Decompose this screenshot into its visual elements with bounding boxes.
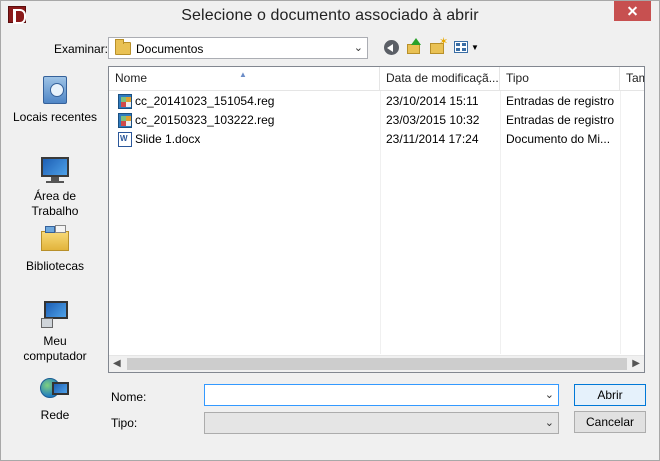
- libraries-icon: [39, 223, 71, 255]
- file-date: 23/10/2014 15:11: [386, 94, 479, 108]
- look-in-dropdown[interactable]: Documentos ⌄: [108, 37, 368, 59]
- column-header-row: Nome ▲ Data de modificaçã... Tipo Tam: [109, 67, 644, 91]
- column-header-date[interactable]: Data de modificaçã...: [380, 67, 500, 91]
- new-folder-icon[interactable]: ✶: [430, 37, 448, 55]
- word-document-icon: [118, 132, 132, 147]
- file-name-combo[interactable]: ⌄: [204, 384, 559, 406]
- title-bar[interactable]: Selecione o documento associado à abrir: [1, 1, 659, 29]
- file-name-label: Nome:: [111, 390, 147, 404]
- place-computer[interactable]: Meu computador: [7, 298, 103, 364]
- reg-file-icon: [118, 94, 132, 109]
- file-name: cc_20141023_151054.reg: [135, 94, 275, 108]
- chevron-down-icon[interactable]: ⌄: [545, 388, 554, 401]
- chevron-down-icon: ⌄: [353, 42, 363, 54]
- scroll-left-icon[interactable]: ◀: [113, 358, 121, 369]
- horizontal-scrollbar[interactable]: ◀ ▶: [109, 355, 644, 372]
- folder-icon: [115, 39, 131, 55]
- view-menu-icon[interactable]: ▼: [454, 39, 479, 55]
- chevron-down-icon[interactable]: ⌄: [545, 416, 554, 429]
- scroll-right-icon[interactable]: ▶: [632, 358, 640, 369]
- place-label: Rede: [40, 408, 70, 422]
- column-header-type[interactable]: Tipo: [500, 67, 620, 91]
- file-name-input[interactable]: [209, 388, 529, 402]
- file-name: Slide 1.docx: [135, 132, 201, 146]
- file-name: cc_20150323_103222.reg: [135, 113, 275, 127]
- file-date: 23/03/2015 10:32: [386, 113, 480, 127]
- places-bar: Locais recentes Área de Trabalho Bibliot…: [7, 66, 103, 431]
- file-row[interactable]: Slide 1.docx 23/11/2014 17:24 Documento …: [109, 130, 644, 149]
- look-in-label: Examinar:: [54, 42, 109, 56]
- recent-places-icon: [39, 74, 71, 106]
- file-type: Entradas de registro: [506, 113, 615, 127]
- window-title: Selecione o documento associado à abrir: [181, 7, 479, 24]
- scrollbar-thumb[interactable]: [127, 358, 627, 370]
- place-label: Bibliotecas: [25, 259, 85, 273]
- column-header-name[interactable]: Nome ▲: [109, 67, 380, 91]
- sort-ascending-icon: ▲: [239, 70, 247, 79]
- place-network[interactable]: Rede: [7, 372, 103, 423]
- file-type: Entradas de registro: [506, 94, 615, 108]
- look-in-value: Documentos: [136, 42, 204, 56]
- file-row[interactable]: cc_20150323_103222.reg 23/03/2015 10:32 …: [109, 111, 644, 130]
- place-label: Área de Trabalho: [31, 189, 79, 218]
- file-type: Documento do Mi...: [506, 132, 611, 146]
- back-icon[interactable]: [384, 40, 399, 55]
- network-icon: [39, 372, 71, 404]
- open-file-dialog: Selecione o documento associado à abrir …: [0, 0, 660, 461]
- place-label: Meu computador: [23, 334, 87, 363]
- place-desktop[interactable]: Área de Trabalho: [7, 153, 103, 219]
- place-recent[interactable]: Locais recentes: [7, 74, 103, 125]
- file-list[interactable]: Nome ▲ Data de modificaçã... Tipo Tam cc…: [108, 66, 645, 373]
- file-date: 23/11/2014 17:24: [386, 132, 479, 146]
- up-folder-icon[interactable]: [406, 38, 422, 55]
- computer-icon: [39, 298, 71, 330]
- reg-file-icon: [118, 113, 132, 128]
- place-label: Locais recentes: [12, 110, 98, 124]
- column-header-size[interactable]: Tam: [620, 67, 644, 91]
- cancel-button[interactable]: Cancelar: [574, 411, 646, 433]
- file-type-value: [209, 416, 529, 430]
- file-row[interactable]: cc_20141023_151054.reg 23/10/2014 15:11 …: [109, 92, 644, 111]
- file-type-dropdown[interactable]: ⌄: [204, 412, 559, 434]
- open-button[interactable]: Abrir: [574, 384, 646, 406]
- close-button[interactable]: [614, 1, 651, 21]
- file-type-label: Tipo:: [111, 416, 138, 430]
- place-libraries[interactable]: Bibliotecas: [7, 223, 103, 274]
- desktop-icon: [39, 153, 71, 185]
